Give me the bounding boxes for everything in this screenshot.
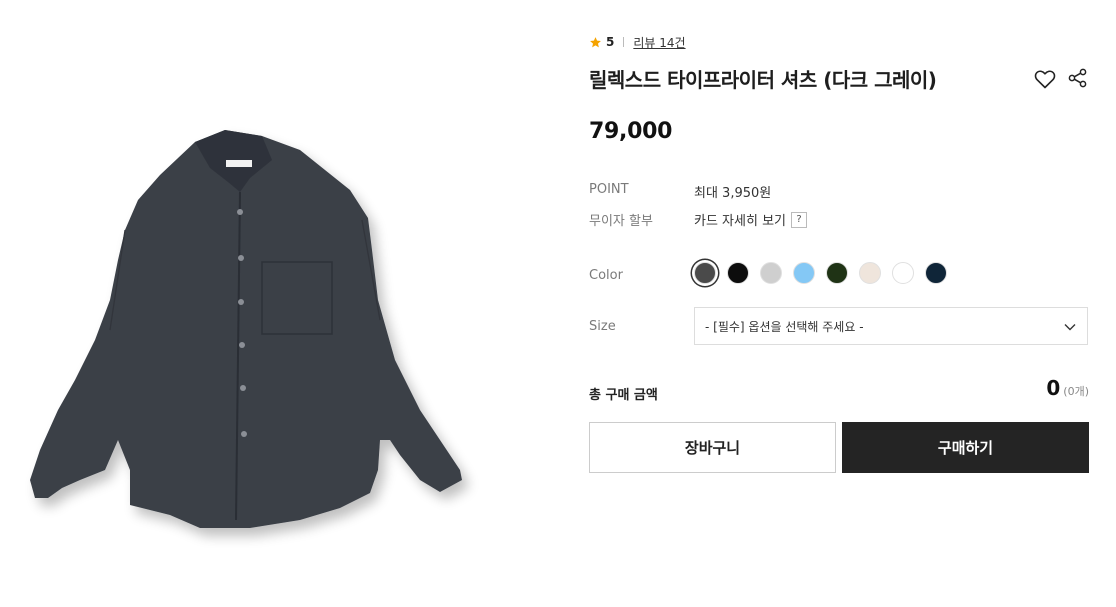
share-button[interactable] (1067, 67, 1089, 89)
total-value: 0 (1046, 376, 1061, 400)
color-swatch-white[interactable] (892, 262, 914, 284)
color-swatch-sky-blue[interactable] (793, 262, 815, 284)
product-price: 79,000 (589, 119, 673, 144)
size-placeholder: - [필수] 옵션을 선택해 주세요 - (705, 319, 864, 334)
rating-row: 5 리뷰 14건 (589, 34, 686, 50)
product-image (0, 0, 520, 603)
card-help-button[interactable]: ? (791, 211, 807, 228)
review-link[interactable]: 리뷰 14건 (633, 34, 685, 51)
size-select[interactable]: - [필수] 옵션을 선택해 주세요 - (694, 307, 1088, 345)
color-swatch-light-gray[interactable] (760, 262, 782, 284)
rating-value: 5 (606, 35, 615, 49)
total-count: (0개) (1063, 385, 1089, 398)
color-swatch-navy[interactable] (925, 262, 947, 284)
installment-value: 카드 자세히 보기 ? (694, 210, 807, 229)
color-label: Color (589, 268, 623, 283)
wishlist-button[interactable] (1033, 67, 1057, 91)
rating-divider (623, 37, 625, 47)
color-swatch-black[interactable] (727, 262, 749, 284)
color-swatch-dark-green[interactable] (826, 262, 848, 284)
share-icon (1068, 68, 1087, 88)
product-info-panel: 5 리뷰 14건 릴렉스드 타이프라이터 셔츠 (다크 그레이) 79,000 … (589, 0, 1089, 603)
point-value: 최대 3,950원 (694, 186, 772, 201)
add-to-cart-button[interactable]: 장바구니 (589, 422, 836, 473)
shirt-illustration (30, 130, 462, 528)
color-swatch-beige[interactable] (859, 262, 881, 284)
card-details-text: 카드 자세히 보기 (694, 214, 786, 229)
point-label: POINT (589, 182, 629, 197)
installment-label: 무이자 할부 (589, 214, 653, 229)
color-swatch-dark-gray[interactable] (694, 262, 716, 284)
size-label: Size (589, 319, 616, 334)
chevron-down-icon (1064, 324, 1076, 331)
star-icon (590, 36, 601, 47)
total-amount: 0 (0개) (1046, 376, 1089, 400)
color-swatches (694, 262, 958, 284)
heart-icon (1034, 70, 1056, 89)
product-title: 릴렉스드 타이프라이터 셔츠 (다크 그레이) (589, 68, 937, 92)
total-label: 총 구매 금액 (589, 388, 658, 403)
buy-now-button[interactable]: 구매하기 (842, 422, 1089, 473)
